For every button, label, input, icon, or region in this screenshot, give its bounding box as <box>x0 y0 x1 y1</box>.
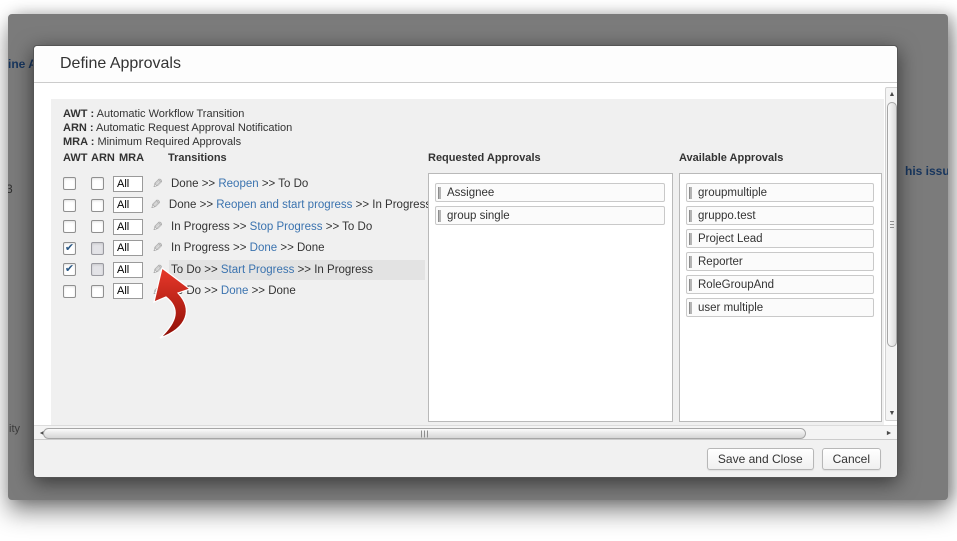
horizontal-scrollbar-thumb[interactable] <box>43 428 806 439</box>
arn-checkbox[interactable] <box>91 220 104 233</box>
approval-item-label: Project Lead <box>698 233 763 245</box>
legend-line: MRA : Minimum Required Approvals <box>63 135 292 149</box>
dialog-body: AWT : Automatic Workflow Transition ARN … <box>34 84 897 441</box>
transition-label: In Progress >> Done >> Done <box>169 238 425 258</box>
awt-checkbox[interactable] <box>63 199 76 212</box>
mra-input[interactable] <box>113 240 143 256</box>
transitions-rows: ✎ Done >> Reopen >> To Do ✎ Done >> Reop… <box>51 173 425 302</box>
vertical-scrollbar-thumb[interactable] <box>887 102 897 347</box>
legend-line: ARN : Automatic Request Approval Notific… <box>63 121 292 135</box>
arn-checkbox[interactable] <box>91 199 104 212</box>
approval-item-label: Assignee <box>447 187 494 199</box>
awt-checkbox[interactable] <box>63 177 76 190</box>
transition-row: ✔ ✎ To Do >> Start Progress >> In Progre… <box>51 259 425 281</box>
drag-grip-icon <box>689 279 692 291</box>
approval-item[interactable]: group single <box>435 206 665 225</box>
requested-approvals-label: Requested Approvals <box>428 152 541 164</box>
dialog-footer: Save and Close Cancel <box>34 439 897 477</box>
scrollbar-grip-icon <box>421 430 429 437</box>
drag-grip-icon <box>438 210 441 222</box>
arn-checkbox[interactable] <box>91 242 104 255</box>
column-header-arn: ARN <box>91 152 115 164</box>
column-header-mra: MRA <box>119 152 144 164</box>
approval-item-label: gruppo.test <box>698 210 756 222</box>
abbreviation-legend: AWT : Automatic Workflow Transition ARN … <box>63 107 292 149</box>
transition-label: Done >> Reopen >> To Do <box>169 174 425 194</box>
approval-item-label: RoleGroupAnd <box>698 279 774 291</box>
requested-approvals-list: Assignee group single <box>428 173 673 422</box>
transition-label: Done >> Reopen and start progress >> In … <box>167 195 431 215</box>
transition-row: ✎ To Do >> Done >> Done <box>51 281 425 303</box>
vertical-scrollbar[interactable]: ▲ ▼ <box>885 87 897 421</box>
save-and-close-button[interactable]: Save and Close <box>707 448 814 470</box>
drag-grip-icon <box>689 210 692 222</box>
drag-grip-icon <box>689 187 692 199</box>
transition-label: In Progress >> Stop Progress >> To Do <box>169 217 425 237</box>
transition-row: ✎ Done >> Reopen >> To Do <box>51 173 425 195</box>
edit-pencil-icon[interactable]: ✎ <box>150 176 163 192</box>
mra-input[interactable] <box>113 219 143 235</box>
drag-grip-icon <box>438 187 441 199</box>
arn-checkbox[interactable] <box>91 263 104 276</box>
cancel-button[interactable]: Cancel <box>822 448 881 470</box>
transition-row: ✎ In Progress >> Stop Progress >> To Do <box>51 216 425 238</box>
red-arrow-annotation <box>138 266 210 340</box>
column-header-transitions: Transitions <box>168 152 227 164</box>
transition-row: ✔ ✎ In Progress >> Done >> Done <box>51 238 425 260</box>
edit-pencil-icon[interactable]: ✎ <box>150 240 163 256</box>
approval-item[interactable]: RoleGroupAnd <box>686 275 874 294</box>
approval-item[interactable]: Reporter <box>686 252 874 271</box>
available-approvals-label: Available Approvals <box>679 152 783 164</box>
scrollbar-grip-icon <box>890 221 894 229</box>
awt-checkbox[interactable] <box>63 285 76 298</box>
column-header-awt: AWT <box>63 152 87 164</box>
background-text-fragment: 3 <box>8 182 13 196</box>
arn-checkbox[interactable] <box>91 177 104 190</box>
approval-item[interactable]: Assignee <box>435 183 665 202</box>
edit-pencil-icon[interactable]: ✎ <box>150 197 161 213</box>
transition-row: ✎ Done >> Reopen and start progress >> I… <box>51 195 425 217</box>
approval-item[interactable]: gruppo.test <box>686 206 874 225</box>
approval-item[interactable]: user multiple <box>686 298 874 317</box>
awt-checkbox[interactable]: ✔ <box>63 242 76 255</box>
dialog-header: Define Approvals <box>34 46 897 83</box>
dialog-title: Define Approvals <box>60 55 181 73</box>
mra-input[interactable] <box>113 176 143 192</box>
legend-line: AWT : Automatic Workflow Transition <box>63 107 292 121</box>
approval-item-label: user multiple <box>698 302 763 314</box>
scroll-down-icon[interactable]: ▼ <box>886 407 897 420</box>
approval-item[interactable]: Project Lead <box>686 229 874 248</box>
approval-item[interactable]: groupmultiple <box>686 183 874 202</box>
arn-checkbox[interactable] <box>91 285 104 298</box>
approval-item-label: Reporter <box>698 256 743 268</box>
awt-checkbox[interactable]: ✔ <box>63 263 76 276</box>
edit-pencil-icon[interactable]: ✎ <box>150 219 163 235</box>
awt-checkbox[interactable] <box>63 220 76 233</box>
drag-grip-icon <box>689 256 692 268</box>
scroll-up-icon[interactable]: ▲ <box>886 88 897 101</box>
available-approvals-list: groupmultiple gruppo.test Project Lead R… <box>679 173 882 422</box>
drag-grip-icon <box>689 233 692 245</box>
approval-item-label: groupmultiple <box>698 187 767 199</box>
define-approvals-dialog: Define Approvals AWT : Automatic Workflo… <box>33 45 898 478</box>
drag-grip-icon <box>689 302 692 314</box>
mra-input[interactable] <box>113 197 143 213</box>
background-text-fragment: his issu <box>905 164 948 178</box>
background-text-fragment: ity <box>9 423 20 435</box>
page: ine A 3 his issu ity Define Approvals AW… <box>0 0 957 541</box>
approval-item-label: group single <box>447 210 510 222</box>
